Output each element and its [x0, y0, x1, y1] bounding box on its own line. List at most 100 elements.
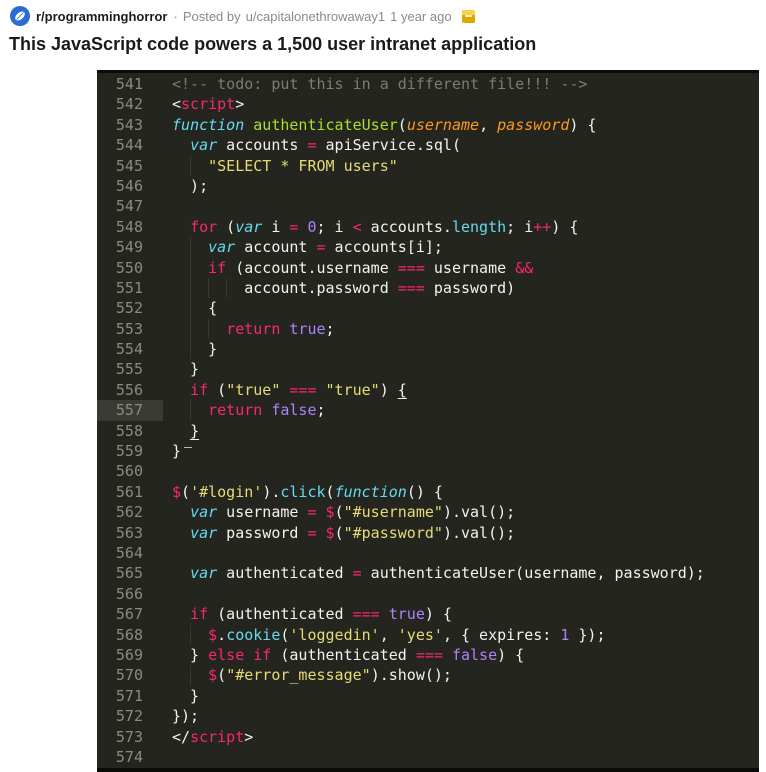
code-text: }	[172, 686, 199, 706]
code-text: );	[172, 176, 208, 196]
code-line: 561 $('#login').click(function() {	[97, 482, 759, 502]
code-text: $.cookie('loggedin', 'yes', { expires: 1…	[172, 625, 606, 645]
indent-guide-line	[190, 625, 191, 645]
indent-guide-line	[190, 400, 191, 420]
line-number: 564	[97, 543, 163, 563]
gold-award-icon[interactable]	[462, 10, 475, 23]
line-number: 561	[97, 482, 163, 502]
code-text: }	[172, 421, 199, 441]
code-line: 566	[97, 584, 759, 604]
meta-separator: ·	[173, 9, 177, 24]
code-text: <script>	[172, 94, 244, 114]
code-line: 560	[97, 461, 759, 481]
code-text: }	[172, 339, 217, 359]
code-text: account.password === password)	[172, 278, 515, 298]
code-line: 558 }	[97, 421, 759, 441]
line-number: 541	[97, 74, 163, 94]
code-text: var authenticated = authenticateUser(use…	[172, 563, 705, 583]
line-number: 567	[97, 604, 163, 624]
line-number: 569	[97, 645, 163, 665]
code-line: 572});	[97, 706, 759, 726]
indent-guide-line	[226, 278, 227, 298]
code-text: var username = $("#username").val();	[172, 502, 515, 522]
code-line: 567 if (authenticated === true) {	[97, 604, 759, 624]
line-number: 552	[97, 298, 163, 318]
code-text: for (var i = 0; i < accounts.length; i++…	[172, 217, 578, 237]
line-number: 571	[97, 686, 163, 706]
code-line: 570 $("#error_message").show();	[97, 665, 759, 685]
line-number: 543	[97, 115, 163, 135]
line-number: 549	[97, 237, 163, 257]
line-number: 566	[97, 584, 163, 604]
line-number: 553	[97, 319, 163, 339]
author-link[interactable]: u/capitalonethrowaway1	[246, 9, 385, 24]
line-number: 548	[97, 217, 163, 237]
code-editor-screenshot: 541 <!-- todo: put this in a different fi…	[97, 70, 759, 772]
line-number: 558	[97, 421, 163, 441]
code-text: function authenticateUser(username, pass…	[172, 115, 596, 135]
code-text: }	[172, 441, 192, 461]
code-text: </script>	[172, 727, 253, 747]
code-line: 547	[97, 196, 759, 216]
text-caret	[184, 443, 192, 448]
subreddit-name[interactable]: r/programminghorror	[36, 9, 167, 24]
code-line: 553 return true;	[97, 319, 759, 339]
line-number: 554	[97, 339, 163, 359]
code-line: 562 var username = $("#username").val();	[97, 502, 759, 522]
posted-by-label: Posted by	[183, 9, 241, 24]
code-line: 551 account.password === password)	[97, 278, 759, 298]
line-number: 559	[97, 441, 163, 461]
code-line: 571 }	[97, 686, 759, 706]
line-number: 570	[97, 665, 163, 685]
post-meta: · Posted by u/capitalonethrowaway1 1 yea…	[173, 9, 451, 24]
indent-guide-line	[190, 237, 191, 257]
line-number: 563	[97, 523, 163, 543]
line-number: 545	[97, 156, 163, 176]
code-line: 550 if (account.username === username &&	[97, 258, 759, 278]
code-line: 569 } else if (authenticated === false) …	[97, 645, 759, 665]
indent-guide-line	[190, 258, 191, 278]
line-number: 544	[97, 135, 163, 155]
code-line: 556 if ("true" === "true") {	[97, 380, 759, 400]
indent-guide-line	[190, 339, 191, 359]
line-number: 574	[97, 747, 163, 767]
code-line: 541 <!-- todo: put this in a different fi…	[97, 74, 759, 94]
indent-guide-line	[190, 278, 191, 298]
indent-guide-line	[208, 319, 209, 339]
code-line: 546 );	[97, 176, 759, 196]
code-line: 555 }	[97, 359, 759, 379]
code-line: 549 var account = accounts[i];	[97, 237, 759, 257]
code-line: 544 var accounts = apiService.sql(	[97, 135, 759, 155]
line-number: 556	[97, 380, 163, 400]
line-number: 547	[97, 196, 163, 216]
code-area: 541 <!-- todo: put this in a different fi…	[97, 73, 759, 767]
code-line: 542<script>	[97, 94, 759, 114]
code-text: } else if (authenticated === false) {	[172, 645, 524, 665]
indent-guide-line	[208, 278, 209, 298]
code-line: 545 "SELECT * FROM users"	[97, 156, 759, 176]
indent-guide-line	[190, 319, 191, 339]
code-line: 552 {	[97, 298, 759, 318]
code-line: 574	[97, 747, 759, 767]
code-line: 568 $.cookie('loggedin', 'yes', { expire…	[97, 625, 759, 645]
line-number: 555	[97, 359, 163, 379]
code-text: });	[172, 706, 199, 726]
code-line: 563 var password = $("#password").val();	[97, 523, 759, 543]
code-line: 559}	[97, 441, 759, 461]
line-number: 572	[97, 706, 163, 726]
code-text: }	[172, 359, 199, 379]
code-text: $("#error_message").show();	[172, 665, 452, 685]
code-line: 543 function authenticateUser(username, p…	[97, 115, 759, 135]
indent-guide-line	[190, 156, 191, 176]
code-text: <!-- todo: put this in a different file!…	[172, 74, 587, 94]
line-number: 562	[97, 502, 163, 522]
code-line: 548 for (var i = 0; i < accounts.length;…	[97, 217, 759, 237]
code-text: var account = accounts[i];	[172, 237, 443, 257]
code-text: $('#login').click(function() {	[172, 482, 443, 502]
line-number: 568	[97, 625, 163, 645]
code-text: return false;	[172, 400, 326, 420]
code-line: 554 }	[97, 339, 759, 359]
line-number: 551	[97, 278, 163, 298]
subreddit-icon[interactable]	[10, 6, 30, 26]
code-text: if (account.username === username &&	[172, 258, 533, 278]
